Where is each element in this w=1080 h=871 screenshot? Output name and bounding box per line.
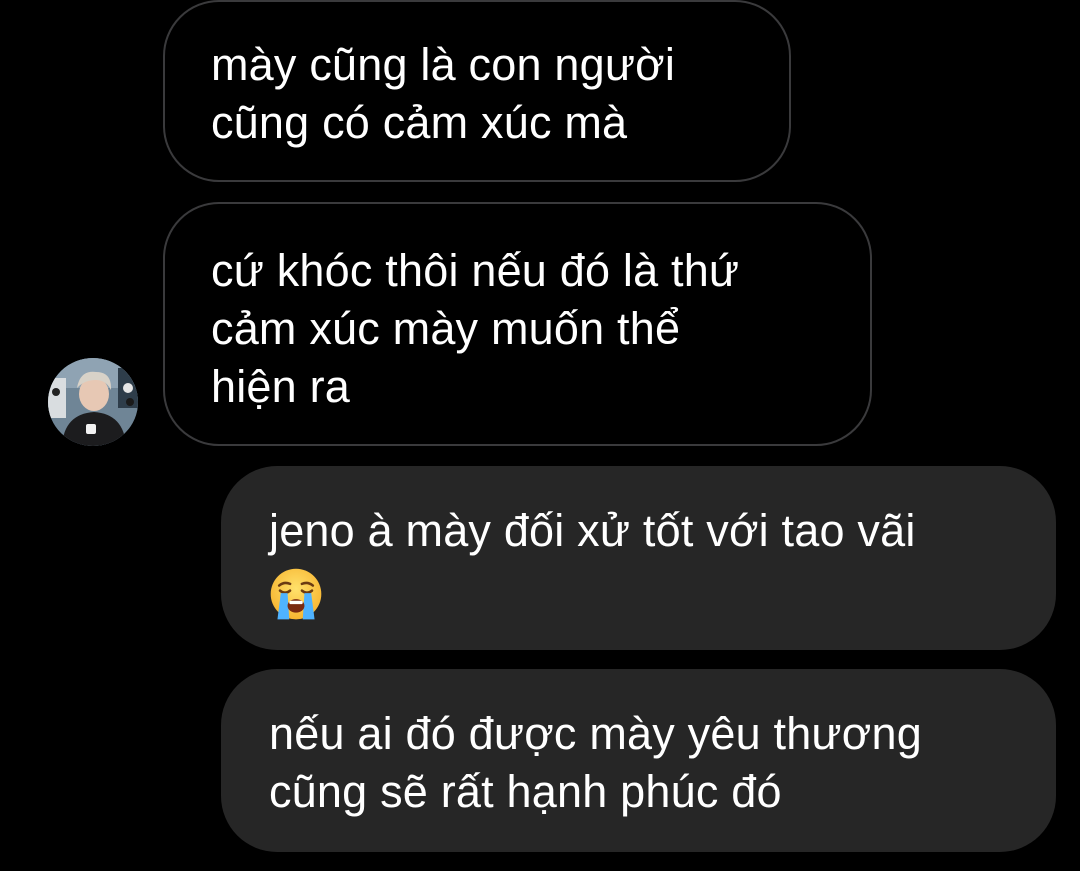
incoming-message-bubble[interactable]: mày cũng là con người cũng có cảm xúc mà bbox=[163, 0, 791, 182]
message-text-line: cảm xúc mày muốn thể bbox=[211, 303, 681, 354]
message-text-line: jeno à mày đối xử tốt với tao vãi bbox=[269, 505, 916, 556]
message-text-line: nếu ai đó được mày yêu thương bbox=[269, 708, 922, 759]
message-text-line: cứ khóc thôi nếu đó là thứ bbox=[211, 245, 740, 296]
message-text-line: cũng sẽ rất hạnh phúc đó bbox=[269, 766, 782, 817]
message-text-line: hiện ra bbox=[211, 361, 350, 412]
outgoing-message-bubble[interactable]: jeno à mày đối xử tốt với tao vãi bbox=[221, 466, 1056, 650]
message-text-line: mày cũng là con người bbox=[211, 39, 676, 90]
incoming-message-bubble[interactable]: cứ khóc thôi nếu đó là thứ cảm xúc mày m… bbox=[163, 202, 872, 446]
message-text-line: cũng có cảm xúc mà bbox=[211, 97, 628, 148]
avatar-photo-icon bbox=[48, 358, 138, 446]
contact-avatar[interactable] bbox=[48, 358, 138, 446]
emoji-line bbox=[269, 560, 1016, 621]
loudly-crying-face-icon bbox=[270, 568, 322, 620]
outgoing-message-bubble[interactable]: nếu ai đó được mày yêu thương cũng sẽ rấ… bbox=[221, 669, 1056, 852]
